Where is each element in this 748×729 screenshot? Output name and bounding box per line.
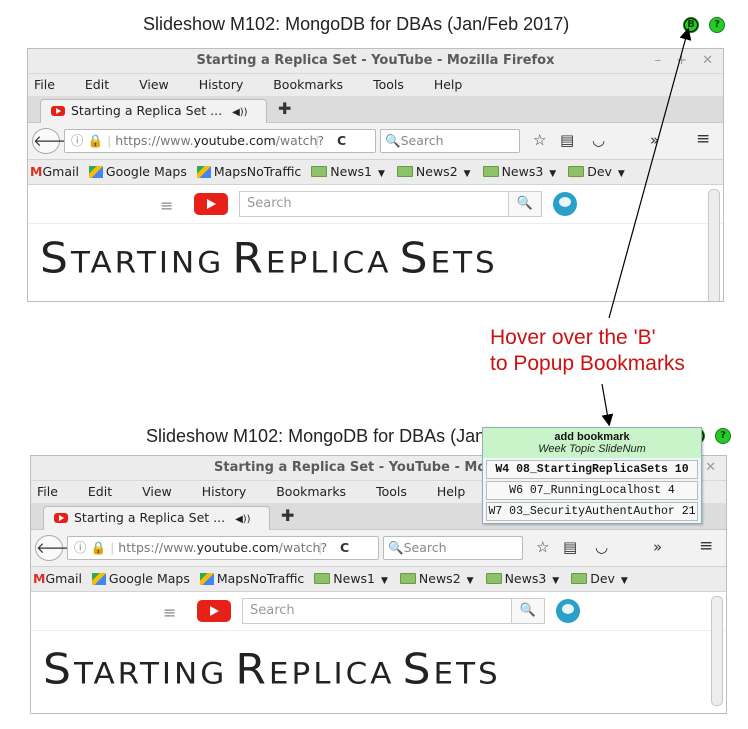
library-icon[interactable]: ▤ [563,538,577,556]
bookmarks-toolbar: MGmail Google Maps MapsNoTraffic News1 ▼ … [31,567,726,592]
hover-instruction-line2: to Popup Bookmarks [490,352,685,375]
new-tab-icon[interactable]: ✚ [281,506,294,525]
popup-bookmark-item[interactable]: W6 07_RunningLocalhost 4 [486,481,698,500]
bookmarks-popup: add bookmark Week Topic SlideNum W4 08_S… [482,427,702,524]
hover-instruction-line1: Hover over the 'B' [490,326,656,349]
tab-label: Starting a Replica Set ... [74,510,226,525]
bookmark-star-icon[interactable]: ☆ [536,538,549,556]
pocket-icon[interactable]: ◡ [595,538,608,556]
dropdown-arrow-icon: ▼ [552,576,560,586]
reload-icon[interactable]: C [340,537,349,559]
info-icon[interactable]: ⓘ [74,540,87,555]
bookmark-folder-news3[interactable]: News3 [505,571,547,586]
navigation-bar: 🡐 ⓘ 🔒 | https://www.youtube.com/watch? |… [31,530,726,567]
youtube-header: ≡ Search 🔍 [31,592,726,631]
close-window-button[interactable]: ✕ [705,456,716,480]
youtube-search-placeholder: Search [250,603,295,618]
gmail-icon: M [33,571,46,586]
menu-edit[interactable]: Edit [88,484,112,499]
youtube-search-input[interactable]: Search [242,598,512,624]
google-maps-icon [91,572,106,585]
add-bookmark-button[interactable]: add bookmark [483,428,701,443]
video-title-handwritten: STARTING REPLICA SETS [43,645,501,694]
folder-icon [399,573,416,584]
arrow-to-b-badge [608,27,692,319]
url-prefix: https://www. [118,540,197,555]
popup-subheader: Week Topic SlideNum [483,443,701,458]
menu-bookmarks[interactable]: Bookmarks [276,484,346,499]
menu-help[interactable]: Help [437,484,466,499]
bookmark-folder-dev[interactable]: Dev [590,571,615,586]
help-badge-bottom[interactable]: ? [715,428,731,444]
arrow-to-popup [601,383,614,427]
browser-search-placeholder: Search [403,540,447,555]
page-content: ≡ Search 🔍 STARTING REPLICA SETS [31,592,726,713]
search-engine-icon[interactable]: 🔍 [388,540,404,555]
menu-view[interactable]: View [142,484,172,499]
bookmark-gmail[interactable]: Gmail [45,571,81,586]
popup-bookmark-item[interactable]: W4 08_StartingReplicaSets 10 [486,460,698,479]
folder-icon [314,573,331,584]
folder-icon [571,573,588,584]
browser-search-input[interactable]: 🔍Search [383,536,523,560]
bookmark-folder-news1[interactable]: News1 [333,571,375,586]
hover-instruction: Hover over the 'B' to Popup Bookmarks [490,325,685,377]
dropdown-arrow-icon: ▼ [620,576,628,586]
youtube-search-button[interactable]: 🔍 [511,598,545,624]
youtube-menu-icon[interactable]: ≡ [163,603,176,622]
overflow-chevron-icon[interactable]: » [653,538,662,556]
window-title: Starting a Replica Set - YouTube - Mozil [214,460,503,475]
url-bar[interactable]: ⓘ 🔒 | https://www.youtube.com/watch? | C [67,536,379,560]
avatar[interactable] [556,599,580,623]
scrollbar[interactable] [711,596,723,706]
bookmark-maps-notraffic[interactable]: MapsNoTraffic [217,571,304,586]
bookmark-folder-news2[interactable]: News2 [419,571,461,586]
tab-youtube[interactable]: Starting a Replica Set ... ◀)) ✕ [43,506,270,549]
hamburger-menu-icon[interactable]: ≡ [699,536,713,556]
menu-tools[interactable]: Tools [376,484,407,499]
youtube-favicon-icon [54,512,68,523]
popup-bookmark-item[interactable]: W7 03_SecurityAuthentAuthor 21 [486,502,698,521]
url-domain: youtube.com [196,540,279,555]
dropdown-arrow-icon: ▼ [466,576,474,586]
back-arrow-icon[interactable]: 🡐 [35,535,76,561]
folder-icon [485,573,502,584]
maps-notraffic-icon [199,572,214,585]
dropdown-arrow-icon: ▼ [381,576,388,586]
menu-history[interactable]: History [202,484,246,499]
bookmark-google-maps[interactable]: Google Maps [109,571,190,586]
audio-icon[interactable]: ◀)) [235,514,251,525]
slide-title-bottom: Slideshow M102: MongoDB for DBAs (Jan/Fe… [146,426,482,446]
youtube-logo-icon[interactable] [197,600,231,622]
lock-icon: 🔒 [90,540,107,555]
menu-file[interactable]: File [37,484,58,499]
